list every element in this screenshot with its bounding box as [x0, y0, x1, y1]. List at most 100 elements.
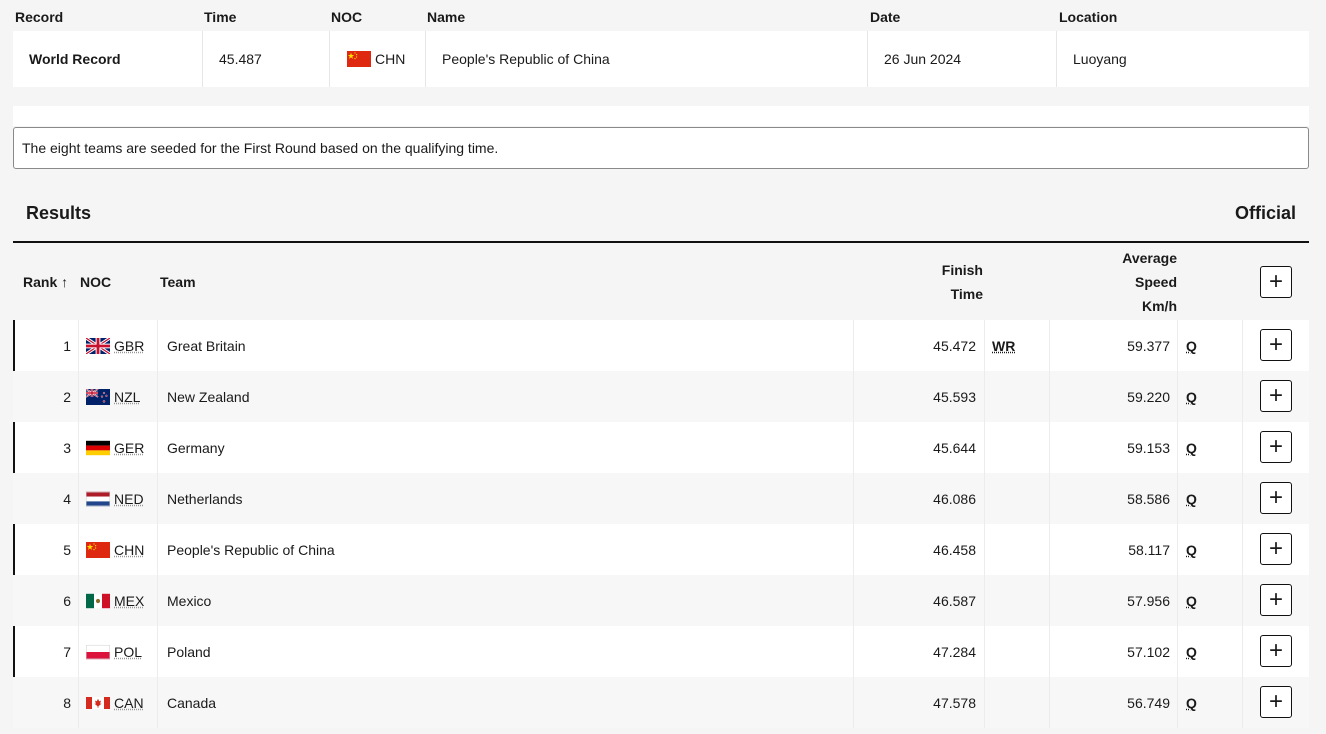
record-type: World Record	[29, 51, 121, 67]
qualified-badge[interactable]: Q	[1186, 320, 1197, 371]
noc-code[interactable]: CAN	[114, 695, 144, 711]
record-location: Luoyang	[1073, 51, 1127, 67]
plus-icon: +	[1268, 535, 1283, 562]
noc-cell: POL	[86, 626, 142, 677]
noc-code[interactable]: NZL	[114, 389, 140, 405]
plus-icon: +	[1268, 382, 1283, 409]
noc-column-header: NOC	[80, 274, 112, 290]
plus-icon: +	[1268, 433, 1283, 460]
results-divider	[13, 241, 1309, 243]
noc-cell: CAN	[86, 677, 144, 728]
finish-time-cell: 46.086	[933, 490, 976, 507]
pol-flag-icon	[86, 644, 110, 660]
plus-icon: +	[1268, 688, 1283, 715]
table-row: 7 POL Poland 47.284 57.102 Q +	[13, 626, 1309, 677]
average-speed-cell: 57.102	[1127, 643, 1170, 660]
noc-cell: MEX	[86, 575, 144, 626]
qualified-badge[interactable]: Q	[1186, 371, 1197, 422]
nzl-flag-icon	[86, 388, 110, 405]
record-badge[interactable]: WR	[992, 320, 1015, 371]
expand-row-button[interactable]: +	[1260, 533, 1292, 565]
noc-header: NOC	[331, 9, 363, 25]
gbr-flag-icon	[86, 337, 110, 354]
plus-icon: +	[1268, 484, 1283, 511]
rank-cell: 6	[63, 592, 71, 609]
rank-cell: 3	[63, 439, 71, 456]
expand-row-button[interactable]: +	[1260, 380, 1292, 412]
table-row: 3 GER Germany 45.644 59.153 Q +	[13, 422, 1309, 473]
average-speed-cell: 57.956	[1127, 592, 1170, 609]
row-indicator	[13, 626, 15, 677]
record-table-header: Record Time NOC Name Date Location	[0, 0, 1326, 32]
plus-icon: +	[1268, 331, 1283, 358]
record-header: Record	[15, 9, 64, 25]
qualified-badge[interactable]: Q	[1186, 473, 1197, 524]
noc-code[interactable]: GER	[114, 440, 144, 456]
qualified-badge[interactable]: Q	[1186, 422, 1197, 473]
team-cell: Poland	[167, 643, 211, 660]
expand-row-button[interactable]: +	[1260, 635, 1292, 667]
record-noc-code: CHN	[375, 51, 406, 67]
noc-code[interactable]: NED	[114, 491, 144, 507]
average-speed-cell: 59.220	[1127, 388, 1170, 405]
row-indicator	[13, 320, 15, 371]
noc-cell: CHN	[86, 524, 144, 575]
average-speed-cell: 59.153	[1127, 439, 1170, 456]
expand-row-button[interactable]: +	[1260, 686, 1292, 718]
team-cell: New Zealand	[167, 388, 250, 405]
plus-icon: +	[1268, 637, 1283, 664]
average-speed-cell: 58.586	[1127, 490, 1170, 507]
name-header: Name	[427, 9, 466, 25]
noc-code[interactable]: GBR	[114, 338, 144, 354]
qualified-badge[interactable]: Q	[1186, 626, 1197, 677]
finish-time-cell: 46.587	[933, 592, 976, 609]
expand-row-button[interactable]: +	[1260, 329, 1292, 361]
chn-flag-icon	[86, 541, 110, 558]
noc-code[interactable]: MEX	[114, 593, 144, 609]
noc-cell: GER	[86, 422, 144, 473]
team-column-header: Team	[160, 274, 196, 290]
finish-time-cell: 46.458	[933, 541, 976, 558]
noc-code[interactable]: POL	[114, 644, 142, 660]
team-cell: Germany	[167, 439, 225, 456]
noc-cell: NED	[86, 473, 144, 524]
rank-cell: 2	[63, 388, 71, 405]
rank-column-header[interactable]: Rank ↑	[23, 270, 68, 294]
noc-cell: NZL	[86, 371, 140, 422]
results-status: Official	[1234, 203, 1296, 223]
seeding-note: The eight teams are seeded for the First…	[13, 127, 1309, 169]
expand-row-button[interactable]: +	[1260, 482, 1292, 514]
spacer	[13, 106, 1309, 126]
average-speed-cell: 59.377	[1127, 337, 1170, 354]
world-record-row: World Record 45.487 CHN People's Republi…	[13, 31, 1309, 87]
record-name: People's Republic of China	[442, 51, 610, 67]
ger-flag-icon	[86, 440, 110, 456]
table-row: 2 NZL New Zealand 45.593 59.220 Q +	[13, 371, 1309, 422]
expand-all-button[interactable]: +	[1260, 266, 1292, 298]
expand-row-button[interactable]: +	[1260, 584, 1292, 616]
finish-time-cell: 47.284	[933, 643, 976, 660]
results-title: Results	[26, 203, 92, 223]
location-header: Location	[1059, 9, 1118, 25]
plus-icon: +	[1268, 586, 1283, 613]
average-speed-cell: 56.749	[1127, 694, 1170, 711]
noc-code[interactable]: CHN	[114, 542, 144, 558]
rank-cell: 1	[63, 337, 71, 354]
average-speed-column-header: Average Speed Km/h	[1122, 250, 1177, 314]
qualified-badge[interactable]: Q	[1186, 575, 1197, 626]
row-indicator	[13, 422, 15, 473]
qualified-badge[interactable]: Q	[1186, 524, 1197, 575]
rank-cell: 4	[63, 490, 71, 507]
qualified-badge[interactable]: Q	[1186, 677, 1197, 728]
table-row: 4 NED Netherlands 46.086 58.586 Q +	[13, 473, 1309, 524]
team-cell: Netherlands	[167, 490, 243, 507]
team-cell: People's Republic of China	[167, 541, 335, 558]
mex-flag-icon	[86, 593, 110, 609]
date-header: Date	[870, 9, 901, 25]
row-indicator	[13, 524, 15, 575]
average-speed-cell: 58.117	[1128, 541, 1170, 558]
table-row: 6 MEX Mexico 46.587 57.956 Q +	[13, 575, 1309, 626]
team-cell: Canada	[167, 694, 217, 711]
expand-row-button[interactable]: +	[1260, 431, 1292, 463]
finish-time-cell: 45.593	[933, 388, 976, 405]
